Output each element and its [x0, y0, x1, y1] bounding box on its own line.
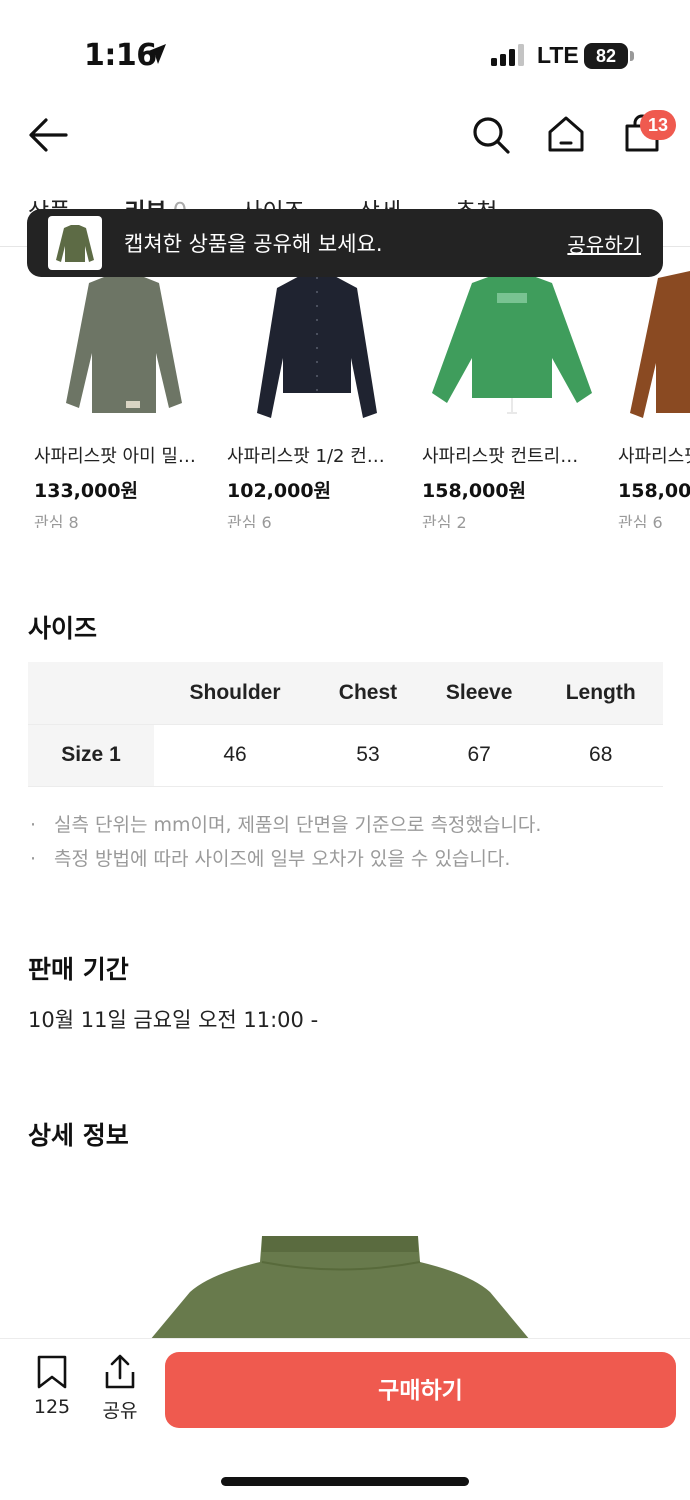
- sale-period-title: 판매 기간: [28, 955, 129, 984]
- table-cell: 67: [419, 723, 539, 787]
- recommended-carousel: 사파리스팟 아미 밀… 133,000원 관심 8 사파리스팟 1/2 컨… 1…: [0, 258, 690, 528]
- table-row: Size 1 46 53 67 68: [28, 723, 663, 787]
- column-header: Sleeve: [419, 662, 539, 724]
- home-icon[interactable]: [546, 114, 586, 154]
- cart-count-badge: 13: [640, 110, 676, 140]
- product-title: 사파리스팟 컨트리…: [422, 446, 579, 467]
- column-header: Shoulder: [154, 662, 317, 724]
- size-section-title: 사이즈: [28, 614, 98, 643]
- product-price: 158,000원: [422, 480, 527, 502]
- battery-cap: [630, 51, 634, 61]
- signal-bars-icon: [491, 44, 524, 66]
- product-likes: 관심 2: [422, 513, 467, 528]
- buy-button[interactable]: 구매하기: [165, 1352, 676, 1428]
- back-arrow-icon[interactable]: [26, 114, 70, 158]
- battery-icon: 82: [584, 43, 628, 69]
- bookmark-count: 125: [33, 1396, 71, 1418]
- product-image: [422, 258, 602, 428]
- size-table-corner: [28, 662, 154, 724]
- product-card[interactable]: 사파리스팟 컨트리… 158,000원 관심 2: [422, 258, 602, 528]
- product-image: [227, 258, 407, 428]
- product-image: [618, 258, 690, 428]
- size-table: Shoulder Chest Sleeve Length Size 1 46 5…: [28, 662, 663, 787]
- product-price: 102,000원: [227, 480, 332, 502]
- product-title: 사파리스팟 …: [618, 446, 690, 467]
- product-title: 사파리스팟 1/2 컨…: [227, 446, 385, 467]
- product-card[interactable]: 사파리스팟 아미 밀… 133,000원 관심 8: [34, 258, 214, 528]
- toast-share-link[interactable]: 공유하기: [567, 229, 641, 258]
- product-card[interactable]: 사파리스팟 … 158,000원 관심 6: [618, 258, 690, 528]
- product-image: [34, 258, 214, 428]
- product-price: 133,000원: [34, 480, 139, 502]
- product-likes: 관심 8: [34, 513, 79, 528]
- toast-product-thumbnail: [48, 216, 102, 270]
- toast-message: 캡쳐한 상품을 공유해 보세요.: [124, 232, 383, 256]
- status-bar: 1:16 LTE 82: [0, 0, 690, 100]
- table-cell: 53: [316, 723, 420, 787]
- product-price: 158,000원: [618, 480, 690, 502]
- sale-period-value: 10월 11일 금요일 오전 11:00 -: [28, 1008, 319, 1032]
- search-icon[interactable]: [470, 114, 512, 156]
- table-cell: 68: [538, 723, 663, 787]
- bookmark-button[interactable]: 125: [26, 1354, 78, 1418]
- size-note: 실측 단위는 mm이며, 제품의 단면을 기준으로 측정했습니다.: [28, 808, 541, 842]
- bookmark-icon: [37, 1355, 67, 1389]
- battery-level: 82: [595, 46, 617, 66]
- size-note: 측정 방법에 따라 사이즈에 일부 오차가 있을 수 있습니다.: [28, 842, 541, 876]
- share-icon: [105, 1354, 135, 1389]
- location-arrow-icon: [146, 44, 166, 64]
- row-header: Size 1: [28, 723, 154, 787]
- product-likes: 관심 6: [618, 513, 663, 528]
- table-cell: 46: [154, 723, 317, 787]
- column-header: Length: [538, 662, 663, 724]
- share-toast: 캡쳐한 상품을 공유해 보세요. 공유하기: [27, 209, 663, 277]
- size-table-header: Shoulder Chest Sleeve Length: [28, 662, 663, 724]
- product-card[interactable]: 사파리스팟 1/2 컨… 102,000원 관심 6: [227, 258, 407, 528]
- product-title: 사파리스팟 아미 밀…: [34, 446, 196, 467]
- size-notes: 실측 단위는 mm이며, 제품의 단면을 기준으로 측정했습니다. 측정 방법에…: [28, 808, 541, 876]
- detail-product-image: [150, 1222, 530, 1340]
- network-type: LTE: [537, 42, 579, 68]
- home-indicator: [221, 1477, 469, 1486]
- detail-section-title: 상세 정보: [28, 1121, 129, 1150]
- share-button[interactable]: 공유: [98, 1354, 142, 1423]
- column-header: Chest: [316, 662, 420, 724]
- product-likes: 관심 6: [227, 513, 272, 528]
- share-label: 공유: [102, 1400, 138, 1422]
